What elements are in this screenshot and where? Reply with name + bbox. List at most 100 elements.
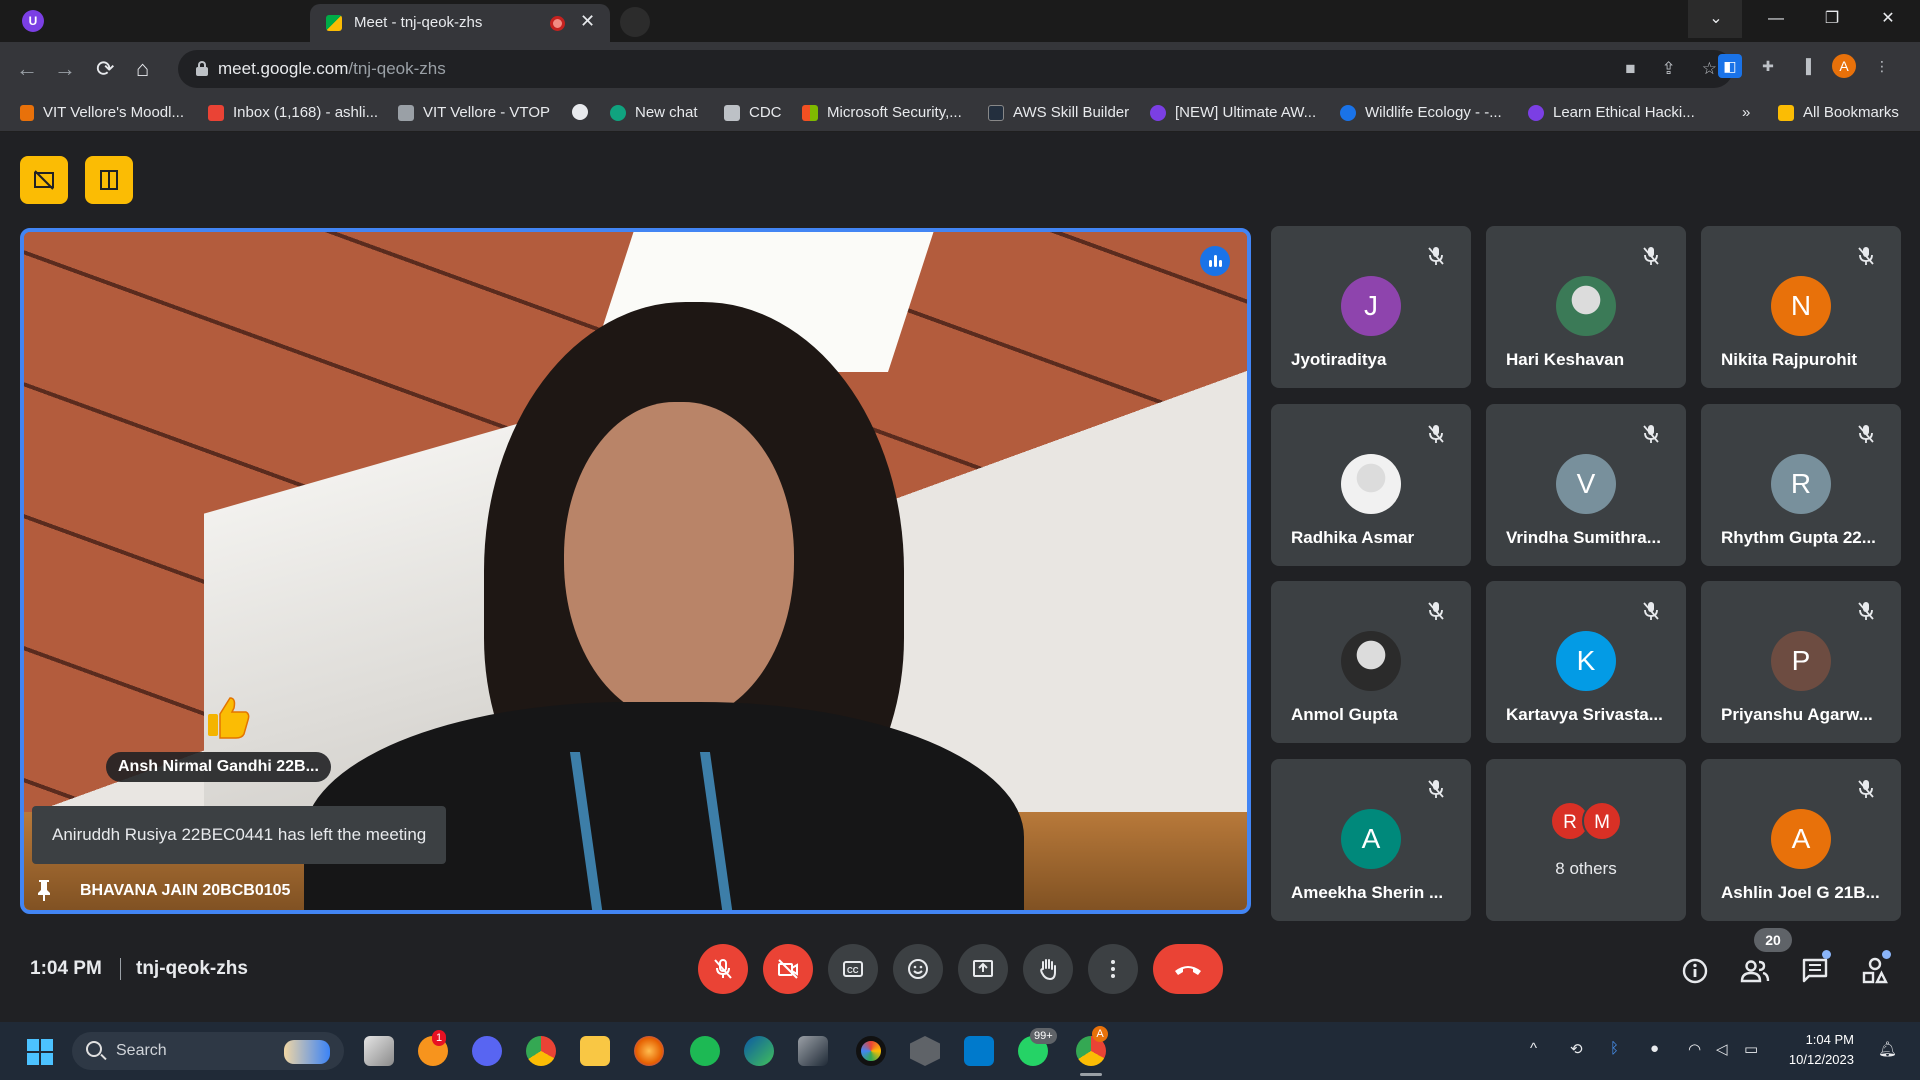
system-time[interactable]: 1:04 PM: [1790, 1032, 1854, 1047]
participant-tile[interactable]: R Rhythm Gupta 22...: [1701, 404, 1901, 566]
task-view-icon[interactable]: [364, 1036, 394, 1066]
url-text[interactable]: meet.google.com/tnj-qeok-zhs: [218, 59, 446, 79]
address-bar[interactable]: meet.google.com/tnj-qeok-zhs ■ ⇪ ☆: [178, 50, 1733, 88]
participant-tile[interactable]: N Nikita Rajpurohit: [1701, 226, 1901, 388]
activities-icon[interactable]: [1860, 956, 1890, 986]
participant-name: Anmol Gupta: [1291, 705, 1398, 724]
tab-meet[interactable]: Meet - tnj-qeok-zhs ✕: [310, 4, 610, 42]
forward-button[interactable]: →: [54, 56, 76, 82]
bookmark-item[interactable]: CDC: [724, 104, 782, 121]
bookmark-star-icon[interactable]: ☆: [1702, 59, 1717, 79]
muted-mic-icon: [1858, 780, 1874, 798]
camera-toggle-button[interactable]: [763, 944, 813, 994]
bookmark-item[interactable]: [572, 104, 588, 120]
chrome-icon[interactable]: [526, 1036, 556, 1066]
meeting-details-icon[interactable]: [1680, 956, 1710, 986]
taskbar-search[interactable]: Search: [72, 1032, 344, 1070]
side-panel-icon[interactable]: ▐: [1794, 54, 1818, 78]
muted-mic-icon: [1428, 602, 1444, 620]
chat-icon[interactable]: [1800, 956, 1830, 986]
avatar: [1341, 631, 1401, 691]
captions-button[interactable]: CC: [828, 944, 878, 994]
tab-search-icon[interactable]: ⌄: [1688, 0, 1744, 38]
active-app-indicator: [1080, 1073, 1102, 1076]
spotify-icon[interactable]: [690, 1036, 720, 1066]
davinci-icon[interactable]: [856, 1036, 886, 1066]
microphone-tray-icon[interactable]: ●: [1650, 1040, 1659, 1057]
battery-icon[interactable]: ▭: [1744, 1040, 1758, 1058]
participant-tile[interactable]: Hari Keshavan: [1486, 226, 1686, 388]
muted-mic-icon: [1428, 247, 1444, 265]
unity-icon[interactable]: [910, 1036, 940, 1066]
participant-tile[interactable]: P Priyanshu Agarw...: [1701, 581, 1901, 743]
participant-tile[interactable]: V Vrindha Sumithra...: [1486, 404, 1686, 566]
people-icon[interactable]: [1740, 956, 1770, 986]
windows-start-icon[interactable]: [27, 1039, 53, 1065]
minimize-button[interactable]: —: [1748, 0, 1804, 38]
restore-button[interactable]: ❐: [1804, 0, 1860, 38]
camera-in-use-icon[interactable]: ■: [1625, 59, 1635, 79]
participant-tile[interactable]: J Jyotiraditya: [1271, 226, 1471, 388]
bluetooth-icon[interactable]: ᛒ: [1610, 1040, 1619, 1057]
avatar: P: [1771, 631, 1831, 691]
wifi-icon[interactable]: ◠: [1688, 1040, 1701, 1058]
present-screen-button[interactable]: [958, 944, 1008, 994]
layout-button[interactable]: [85, 156, 133, 204]
participant-tile[interactable]: K Kartavya Srivasta...: [1486, 581, 1686, 743]
participant-tile[interactable]: A Ashlin Joel G 21B...: [1701, 759, 1901, 921]
new-tab-button[interactable]: [620, 7, 650, 37]
extension-icon[interactable]: ◧: [1718, 54, 1742, 78]
profile-group-icon[interactable]: U: [22, 10, 44, 32]
participant-left-toast: Aniruddh Rusiya 22BEC0441 has left the m…: [32, 806, 447, 864]
close-window-button[interactable]: ✕: [1860, 0, 1916, 38]
reload-button[interactable]: ⟳: [96, 56, 114, 82]
bookmark-item[interactable]: VIT Vellore's Moodl...: [20, 104, 184, 121]
hide-self-view-button[interactable]: [20, 156, 68, 204]
raise-hand-button[interactable]: [1023, 944, 1073, 994]
bookmark-item[interactable]: AWS Skill Builder: [988, 104, 1129, 121]
participant-tile[interactable]: Anmol Gupta: [1271, 581, 1471, 743]
vscode-icon[interactable]: [964, 1036, 994, 1066]
inkscape-icon[interactable]: [798, 1036, 828, 1066]
bookmark-item[interactable]: Learn Ethical Hacki...: [1528, 104, 1695, 121]
emoji-icon: [908, 959, 928, 979]
microphone-toggle-button[interactable]: [698, 944, 748, 994]
bookmark-item[interactable]: Microsoft Security,...: [802, 104, 962, 121]
back-button[interactable]: ←: [16, 56, 38, 82]
bookmark-item[interactable]: Wildlife Ecology - -...: [1340, 104, 1502, 121]
layout-off-icon: [34, 170, 54, 190]
bookmark-item[interactable]: VIT Vellore - VTOP: [398, 104, 550, 121]
volume-icon[interactable]: ◁: [1716, 1040, 1728, 1058]
participant-tile[interactable]: A Ameekha Sherin ...: [1271, 759, 1471, 921]
share-icon[interactable]: ⇪: [1662, 59, 1676, 79]
file-explorer-icon[interactable]: [580, 1036, 610, 1066]
lock-icon[interactable]: [196, 61, 208, 76]
system-date[interactable]: 10/12/2023: [1762, 1052, 1854, 1067]
browser-menu-icon[interactable]: ⋮: [1870, 54, 1894, 78]
avatar: A: [1341, 809, 1401, 869]
firefox-icon[interactable]: [634, 1036, 664, 1066]
participant-tile[interactable]: RM8 others: [1486, 759, 1686, 921]
bookmarks-overflow-button[interactable]: »: [1742, 104, 1750, 121]
sync-icon[interactable]: ⟲: [1570, 1040, 1583, 1058]
notification-bell-icon[interactable]: 🔔︎: [1878, 1040, 1897, 1058]
bookmark-item[interactable]: Inbox (1,168) - ashli...: [208, 104, 378, 121]
pin-icon[interactable]: [36, 878, 52, 902]
home-button[interactable]: ⌂: [136, 56, 149, 82]
tab-close-icon[interactable]: ✕: [580, 11, 595, 32]
discord-icon[interactable]: [472, 1036, 502, 1066]
bookmark-item[interactable]: [NEW] Ultimate AW...: [1150, 104, 1316, 121]
extensions-puzzle-icon[interactable]: ✚: [1756, 54, 1780, 78]
globe-icon: [572, 104, 588, 120]
send-reaction-button[interactable]: [893, 944, 943, 994]
participant-tile[interactable]: Radhika Asmar: [1271, 404, 1471, 566]
bookmark-item[interactable]: New chat: [610, 104, 698, 121]
more-options-button[interactable]: [1088, 944, 1138, 994]
search-icon: [86, 1041, 102, 1057]
edge-icon[interactable]: [744, 1036, 774, 1066]
leave-call-button[interactable]: [1153, 944, 1223, 994]
all-bookmarks-button[interactable]: All Bookmarks: [1778, 104, 1899, 121]
main-video-tile[interactable]: Ansh Nirmal Gandhi 22B... Aniruddh Rusiy…: [20, 228, 1251, 914]
tray-overflow-button[interactable]: ^: [1530, 1040, 1537, 1057]
profile-avatar[interactable]: A: [1832, 54, 1856, 78]
